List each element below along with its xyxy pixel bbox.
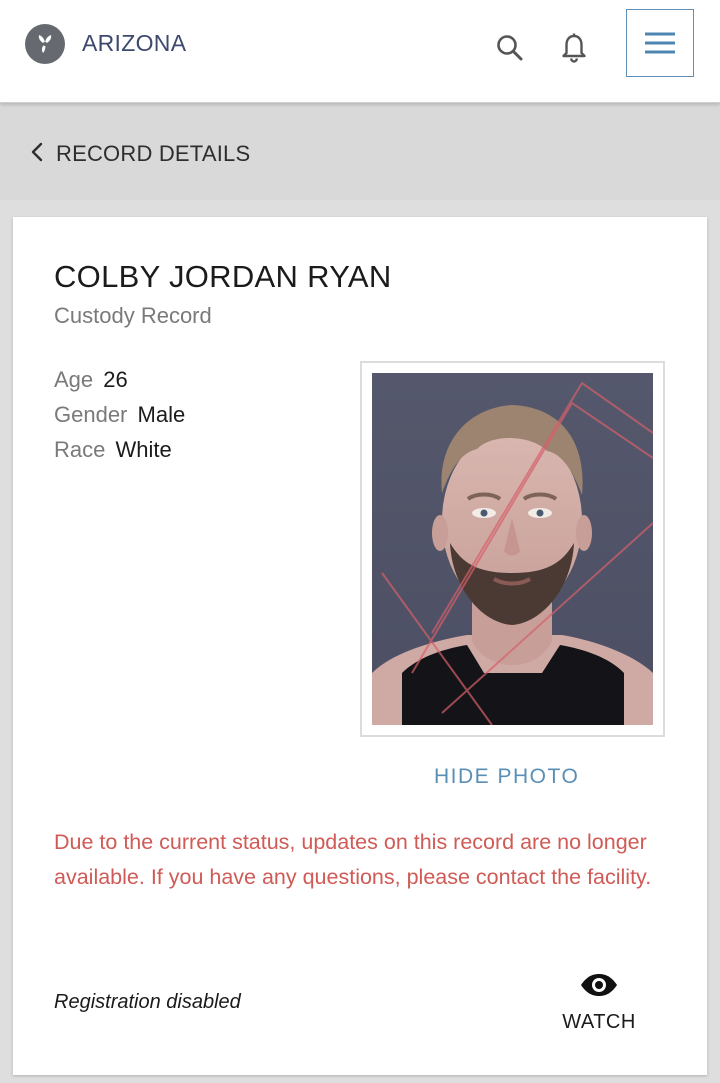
bell-icon[interactable]	[552, 26, 596, 70]
back-button[interactable]: RECORD DETAILS	[30, 139, 250, 169]
detail-age: Age 26	[54, 367, 128, 393]
watch-label: WATCH	[562, 1011, 636, 1033]
photo-frame	[360, 361, 665, 737]
age-label: Age	[54, 367, 94, 392]
hamburger-menu-icon[interactable]	[626, 9, 694, 77]
detail-race: Race White	[54, 437, 172, 463]
brand-name[interactable]: ARIZONA	[82, 30, 186, 57]
watch-button[interactable]: WATCH	[553, 972, 645, 1042]
status-message: Due to the current status, updates on th…	[54, 830, 652, 889]
booking-photo	[372, 373, 653, 725]
age-value: 26	[103, 367, 128, 392]
top-app-bar: ARIZONA	[0, 0, 720, 103]
registration-status: Registration disabled	[54, 991, 241, 1013]
search-icon[interactable]	[488, 26, 532, 70]
record-type: Custody Record	[54, 303, 212, 328]
chevron-left-icon	[30, 141, 44, 168]
race-label: Race	[54, 437, 106, 462]
leaf-logo-icon[interactable]	[25, 24, 65, 64]
eye-icon	[579, 972, 619, 1003]
gender-value: Male	[137, 402, 186, 427]
back-label: RECORD DETAILS	[56, 141, 251, 166]
detail-gender: Gender Male	[54, 402, 185, 428]
sub-header: RECORD DETAILS	[0, 103, 720, 200]
record-card: COLBY JORDAN RYAN Custody Record Age 26 …	[13, 217, 707, 1075]
gender-label: Gender	[54, 402, 128, 427]
person-name: COLBY JORDAN RYAN	[54, 259, 392, 294]
race-value: White	[115, 437, 172, 462]
hide-photo-button[interactable]: HIDE PHOTO	[434, 765, 579, 789]
